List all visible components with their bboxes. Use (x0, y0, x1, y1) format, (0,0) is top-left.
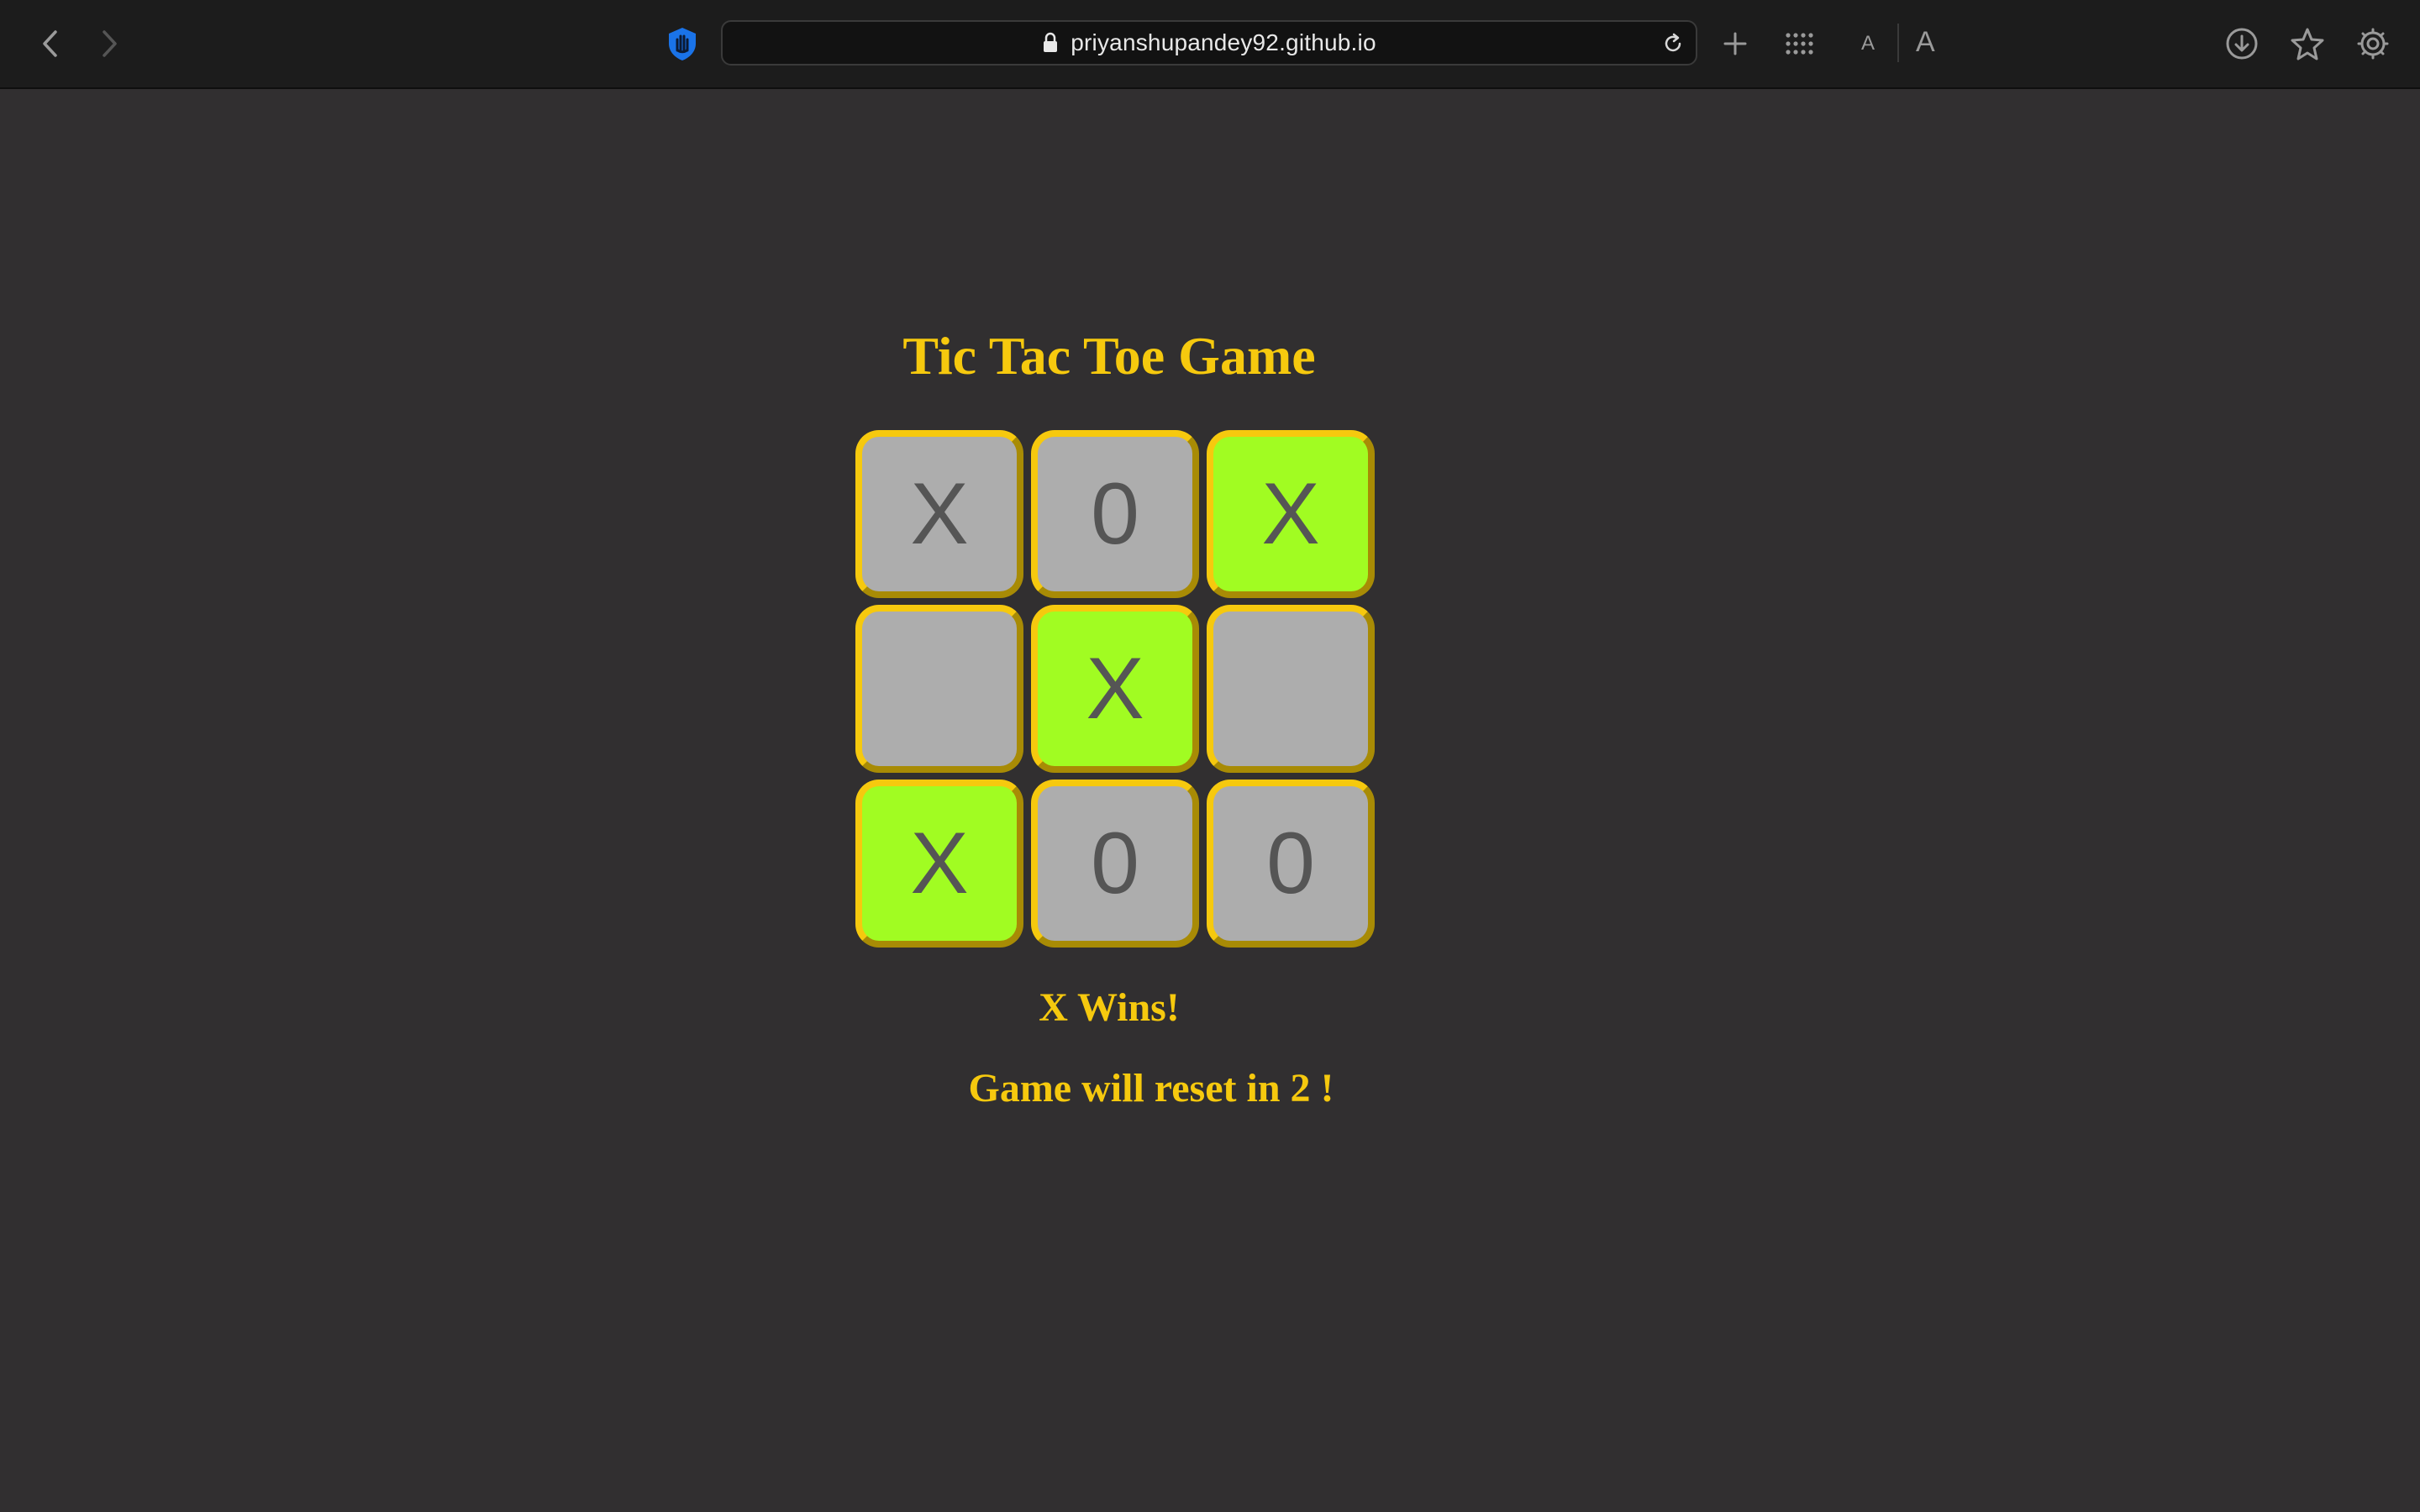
board-cell[interactable] (1207, 605, 1375, 773)
reset-message: Game will reset in 2 ! (968, 1066, 1334, 1110)
board-cell[interactable]: 0 (1031, 430, 1199, 598)
toolbar-divider (1897, 24, 1899, 62)
increase-font-button[interactable]: A (1916, 26, 1935, 59)
reload-icon (1665, 33, 1681, 52)
hand-shield-icon (669, 28, 696, 60)
board-cell[interactable]: X (1207, 430, 1375, 598)
star-icon (2291, 28, 2324, 60)
back-button[interactable] (27, 20, 74, 67)
board-cell[interactable]: 0 (1031, 780, 1199, 948)
board-cell[interactable]: X (1031, 605, 1199, 773)
board-cell[interactable]: X (855, 430, 1023, 598)
grid-icon (1786, 33, 1813, 55)
chevron-left-icon (43, 30, 57, 57)
settings-button[interactable] (2349, 20, 2396, 67)
bookmark-button[interactable] (2284, 20, 2331, 67)
downloads-button[interactable] (2218, 20, 2265, 67)
board-cell[interactable] (855, 605, 1023, 773)
page-title: Tic Tac Toe Game (902, 326, 1316, 386)
download-icon (2226, 28, 2258, 60)
tab-overview-button[interactable] (1776, 20, 1823, 67)
extension-button[interactable] (659, 20, 706, 67)
board-cell[interactable]: X (855, 780, 1023, 948)
decrease-font-button[interactable]: A (1861, 32, 1875, 55)
browser-toolbar: priyanshupandey92.github.io A A (0, 0, 2420, 89)
url-text: priyanshupandey92.github.io (1071, 29, 1376, 55)
game-status: X Wins! (1039, 985, 1180, 1030)
address-bar[interactable]: priyanshupandey92.github.io (721, 20, 1697, 66)
plus-icon (1723, 32, 1747, 55)
reload-button[interactable] (1659, 29, 1687, 58)
gear-icon (2357, 28, 2389, 60)
board-cell[interactable]: 0 (1207, 780, 1375, 948)
chevron-right-icon (103, 30, 117, 57)
game-board: X 0 X X X 0 0 (855, 430, 1375, 949)
lock-icon (1044, 32, 1058, 52)
new-tab-button[interactable] (1712, 20, 1759, 67)
forward-button[interactable] (86, 20, 133, 67)
